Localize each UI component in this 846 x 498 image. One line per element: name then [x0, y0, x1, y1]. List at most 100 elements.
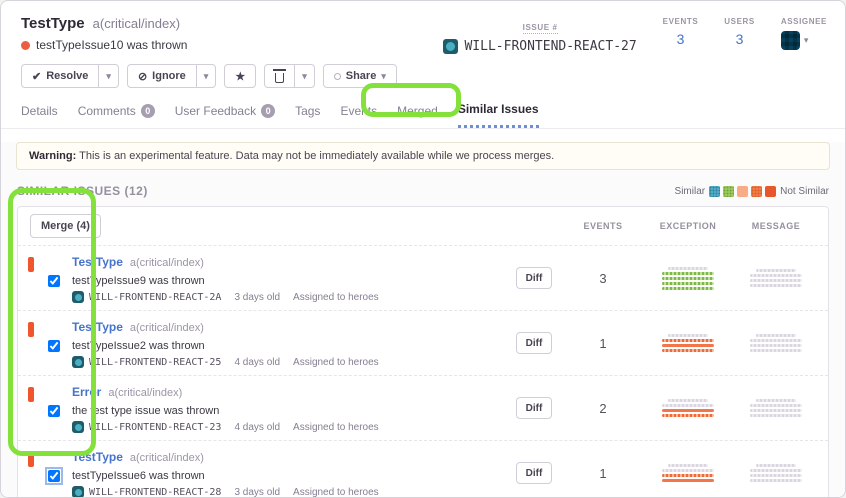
- spark-bar: [750, 479, 802, 482]
- message-spark: [734, 399, 818, 417]
- spark-bar: [662, 344, 714, 347]
- similarity-swatch-red: [765, 186, 776, 197]
- tab-similar-issues[interactable]: Similar Issues: [458, 102, 539, 128]
- spark-bar: [662, 479, 714, 482]
- tab-merged[interactable]: Merged: [397, 102, 438, 128]
- similar-issues-heading: SIMILAR ISSUES (12): [17, 184, 148, 198]
- legend-not-similar-label: Not Similar: [780, 186, 829, 197]
- issue-short-id: WILL-FRONTEND-REACT-23: [89, 422, 221, 433]
- issue-link[interactable]: TestType: [72, 320, 123, 334]
- resolve-dropdown-button[interactable]: ▾: [98, 64, 119, 88]
- spark-bar: [750, 344, 802, 347]
- tab-details[interactable]: Details: [21, 102, 58, 128]
- spark-bar: [750, 469, 802, 472]
- ignore-dropdown-button[interactable]: ▾: [196, 64, 217, 88]
- issue-assigned: Assigned to heroes: [293, 292, 379, 303]
- assignee-dropdown[interactable]: ▾: [781, 31, 827, 50]
- issue-culprit: a(critical/index): [130, 257, 204, 269]
- merge-button[interactable]: Merge (4): [30, 214, 101, 238]
- merge-checkbox[interactable]: [48, 340, 60, 352]
- resolve-label: Resolve: [46, 70, 88, 82]
- similarity-legend-swatches: [709, 186, 776, 197]
- issue-age: 4 days old: [234, 422, 280, 433]
- issue-culprit: a(critical/index): [93, 16, 180, 31]
- exception-spark: [642, 399, 734, 417]
- spark-bar: [662, 277, 714, 280]
- column-header-events: EVENTS: [564, 221, 642, 231]
- issue-assigned: Assigned to heroes: [293, 422, 379, 433]
- chevron-down-icon: ▾: [204, 71, 209, 82]
- merge-checkbox[interactable]: [48, 470, 60, 482]
- diff-button[interactable]: Diff: [516, 462, 553, 484]
- bookmark-button[interactable]: ★: [224, 64, 256, 88]
- issue-detail-page: TestType a(critical/index) testTypeIssue…: [0, 0, 846, 498]
- spark-bar: [750, 409, 802, 412]
- issue-header-left: TestType a(critical/index) testTypeIssue…: [21, 15, 187, 54]
- share-button[interactable]: Share ▾: [323, 64, 397, 88]
- spark-bar: [662, 409, 714, 412]
- issue-link[interactable]: TestType: [72, 255, 123, 269]
- exception-spark: [642, 267, 734, 290]
- ignore-button[interactable]: ⊘ Ignore: [127, 64, 197, 88]
- users-label: USERS: [724, 17, 755, 26]
- users-count-link[interactable]: 3: [724, 31, 755, 47]
- message-spark: [734, 334, 818, 352]
- tab-tags[interactable]: Tags: [295, 102, 320, 128]
- issue-age: 3 days old: [234, 292, 280, 303]
- issue-age: 3 days old: [234, 487, 280, 498]
- chevron-down-icon: ▾: [804, 35, 809, 46]
- issue-short-id: WILL-FRONTEND-REACT-2A: [89, 292, 221, 303]
- check-icon: ✔: [32, 70, 41, 83]
- legend-similar-label: Similar: [675, 186, 706, 197]
- tab-events[interactable]: Events: [340, 102, 377, 128]
- issue-tabs: Details Comments0 User Feedback0 Tags Ev…: [1, 88, 845, 129]
- similarity-swatch-salmon: [737, 186, 748, 197]
- issue-link[interactable]: TestType: [72, 450, 123, 464]
- spark-bar: [668, 334, 708, 337]
- experimental-warning-banner: Warning: This is an experimental feature…: [16, 142, 830, 170]
- similar-issue-row: TestTypea(critical/index) testTypeIssue6…: [18, 440, 828, 498]
- similar-issues-panel: Merge (4) EVENTS EXCEPTION MESSAGE TestT…: [17, 206, 829, 498]
- similarity-swatch-teal-dot: [709, 186, 720, 197]
- similar-issue-row: TestTypea(critical/index) testTypeIssue9…: [18, 245, 828, 310]
- spark-bar: [750, 349, 802, 352]
- platform-icon: [72, 421, 84, 433]
- issue-title: TestType: [21, 15, 85, 32]
- spark-bar: [662, 272, 714, 275]
- warning-text: This is an experimental feature. Data ma…: [76, 150, 554, 162]
- level-indicator: [28, 387, 34, 402]
- tab-comments[interactable]: Comments0: [78, 102, 155, 128]
- diff-button[interactable]: Diff: [516, 267, 553, 289]
- delete-button[interactable]: [264, 64, 295, 88]
- similar-issue-row: TestTypea(critical/index) testTypeIssue2…: [18, 310, 828, 375]
- merge-checkbox[interactable]: [48, 275, 60, 287]
- level-indicator: [28, 322, 34, 337]
- diff-button[interactable]: Diff: [516, 332, 553, 354]
- events-count-link[interactable]: 3: [663, 31, 699, 47]
- issue-link[interactable]: Error: [72, 385, 101, 399]
- merge-checkbox[interactable]: [48, 405, 60, 417]
- resolve-button[interactable]: ✔ Resolve: [21, 64, 99, 88]
- issue-assigned: Assigned to heroes: [293, 357, 379, 368]
- spark-bar: [750, 414, 802, 417]
- issue-number-label: ISSUE #: [523, 23, 558, 34]
- message-spark: [734, 269, 818, 287]
- spark-bar: [668, 267, 708, 270]
- issue-message: testTypeIssue10 was thrown: [36, 38, 187, 52]
- spark-bar: [750, 274, 802, 277]
- action-toolbar: ✔ Resolve ▾ ⊘ Ignore ▾ ★ ▾ Share ▾: [1, 54, 845, 88]
- delete-dropdown-button[interactable]: ▾: [294, 64, 315, 88]
- spark-bar: [756, 334, 796, 337]
- tab-user-feedback[interactable]: User Feedback0: [175, 102, 275, 128]
- issue-culprit: a(critical/index): [130, 322, 204, 334]
- assignee-label: ASSIGNEE: [781, 17, 827, 26]
- share-label: Share: [346, 70, 377, 82]
- diff-button[interactable]: Diff: [516, 397, 553, 419]
- issue-message: testTypeIssue6 was thrown: [72, 470, 379, 482]
- row-events-count: 1: [564, 466, 642, 481]
- issue-stats: ISSUE # WILL-FRONTEND-REACT-27 EVENTS 3 …: [443, 15, 827, 54]
- spark-bar: [668, 464, 708, 467]
- issue-culprit: a(critical/index): [108, 387, 182, 399]
- similarity-swatch-orange-dot: [751, 186, 762, 197]
- spark-bar: [662, 339, 714, 342]
